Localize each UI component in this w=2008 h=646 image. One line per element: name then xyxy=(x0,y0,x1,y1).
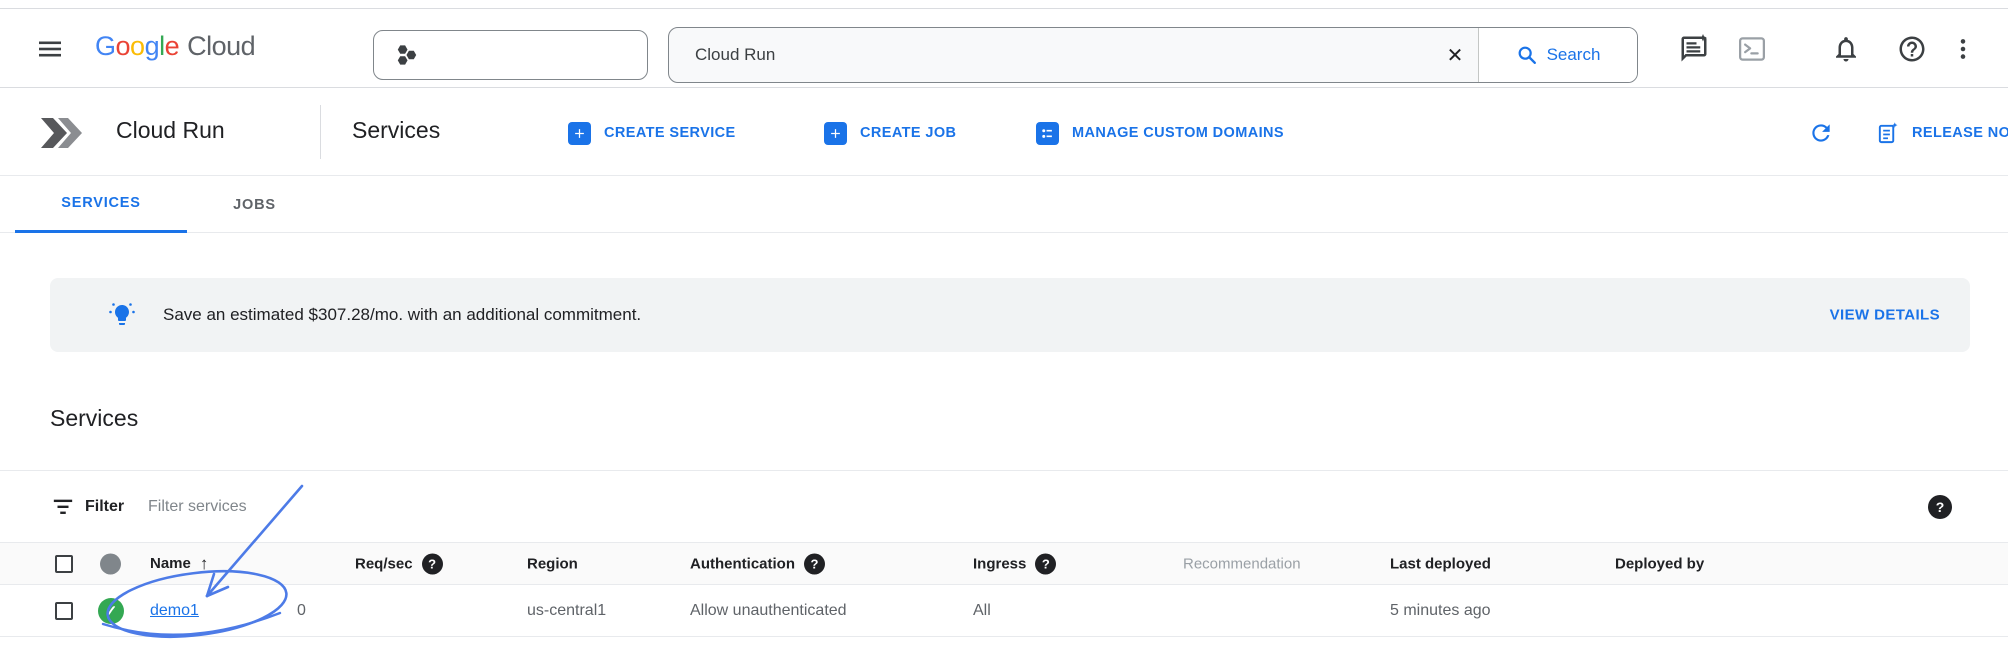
column-ingress-label: Ingress xyxy=(973,555,1026,572)
manage-custom-domains-button[interactable]: MANAGE CUSTOM DOMAINS xyxy=(1036,113,1284,153)
req-sec-help-icon[interactable]: ? xyxy=(422,553,443,574)
column-recommendation: Recommendation xyxy=(1183,555,1301,572)
project-picker-button[interactable] xyxy=(373,30,648,80)
sort-ascending-icon[interactable]: ↑ xyxy=(200,554,209,574)
last-deployed-value: 5 minutes ago xyxy=(1390,602,1491,620)
release-notes-button[interactable]: RELEASE NOTES xyxy=(1876,113,2008,153)
filter-icon xyxy=(52,497,74,517)
savings-banner: Save an estimated $307.28/mo. with an ad… xyxy=(50,278,1970,352)
logo-letter: G xyxy=(95,31,116,62)
ingress-value: All xyxy=(973,602,991,620)
create-service-label: CREATE SERVICE xyxy=(604,125,736,141)
row-checkbox[interactable] xyxy=(55,602,73,620)
chat-sparkle-icon xyxy=(1679,34,1709,64)
column-region-label: Region xyxy=(527,555,578,572)
search-button[interactable]: Search xyxy=(1479,28,1637,82)
logo-letter: g xyxy=(145,31,160,62)
filter-input[interactable] xyxy=(148,498,848,516)
refresh-icon[interactable] xyxy=(1805,117,1837,149)
notifications-icon[interactable] xyxy=(1830,33,1862,65)
table-header: Name ↑ Req/sec ? Region Authentication ?… xyxy=(0,542,2008,585)
filter-label: Filter xyxy=(85,498,124,516)
table-row[interactable]: ✓ demo1 0 us-central1 Allow unauthentica… xyxy=(0,585,2008,637)
google-cloud-logo[interactable]: G o o g l e Cloud xyxy=(95,31,255,62)
cloud-console-screen: G o o g l e Cloud ✕ xyxy=(0,0,2008,646)
tab-jobs[interactable]: JOBS xyxy=(187,176,322,233)
column-authentication[interactable]: Authentication ? xyxy=(690,553,825,574)
authentication-value: Allow unauthenticated xyxy=(690,602,847,620)
tab-services[interactable]: SERVICES xyxy=(15,176,187,233)
vertical-dots-icon xyxy=(1950,34,1976,64)
column-authentication-label: Authentication xyxy=(690,555,795,572)
logo-letter: o xyxy=(116,31,131,62)
create-job-label: CREATE JOB xyxy=(860,125,956,141)
cloud-shell-icon[interactable] xyxy=(1736,33,1768,65)
question-circle-icon xyxy=(1897,34,1927,64)
tab-services-label: SERVICES xyxy=(61,195,140,211)
column-region[interactable]: Region xyxy=(527,555,578,572)
view-details-button[interactable]: VIEW DETAILS xyxy=(1830,307,1940,324)
banner-message: Save an estimated $307.28/mo. with an ad… xyxy=(163,305,641,325)
tab-bar: SERVICES JOBS xyxy=(0,176,2008,233)
tab-jobs-label: JOBS xyxy=(233,197,276,213)
bell-icon xyxy=(1831,34,1861,64)
column-deployed-by[interactable]: Deployed by xyxy=(1615,555,1704,572)
region-value: us-central1 xyxy=(527,602,606,620)
hamburger-icon xyxy=(37,37,63,61)
authentication-help-icon[interactable]: ? xyxy=(804,553,825,574)
clear-search-icon[interactable]: ✕ xyxy=(1432,28,1478,82)
top-app-bar: G o o g l e Cloud ✕ xyxy=(0,8,2008,88)
column-last-deployed-label: Last deployed xyxy=(1390,555,1491,572)
search-button-label: Search xyxy=(1547,45,1601,65)
column-deployed-by-label: Deployed by xyxy=(1615,555,1704,572)
column-name[interactable]: Name ↑ xyxy=(150,554,208,574)
logo-letter: e xyxy=(165,31,180,62)
domains-icon xyxy=(1036,122,1059,145)
ingress-help-icon[interactable]: ? xyxy=(1035,553,1056,574)
cloud-run-logo xyxy=(38,109,88,162)
status-column-icon xyxy=(100,553,121,574)
logo-suffix: Cloud xyxy=(187,31,255,62)
create-service-button[interactable]: CREATE SERVICE xyxy=(568,113,736,153)
clear-glyph: ✕ xyxy=(1447,45,1464,67)
column-recommendation-label: Recommendation xyxy=(1183,555,1301,572)
manage-custom-domains-label: MANAGE CUSTOM DOMAINS xyxy=(1072,125,1284,141)
table-help-icon[interactable]: ? xyxy=(1928,495,1952,519)
section-title: Services xyxy=(50,405,138,432)
page-breadcrumb: Services xyxy=(352,117,440,144)
select-all-checkbox[interactable] xyxy=(55,555,73,573)
column-last-deployed[interactable]: Last deployed xyxy=(1390,555,1491,572)
search-icon xyxy=(1516,44,1538,66)
project-hexagons-icon xyxy=(394,42,420,68)
column-ingress[interactable]: Ingress ? xyxy=(973,553,1056,574)
more-options-icon[interactable] xyxy=(1950,33,1976,65)
create-job-button[interactable]: CREATE JOB xyxy=(824,113,956,153)
column-req-sec[interactable]: Req/sec ? xyxy=(355,553,443,574)
release-notes-label: RELEASE NOTES xyxy=(1912,125,2008,141)
status-ok-icon: ✓ xyxy=(98,598,124,624)
service-link-demo1[interactable]: demo1 xyxy=(150,602,199,620)
release-notes-icon xyxy=(1876,122,1899,145)
search-bar: ✕ Search xyxy=(668,27,1638,83)
req-sec-value: 0 xyxy=(297,602,306,620)
header-divider xyxy=(320,105,321,159)
column-name-label: Name xyxy=(150,555,191,572)
filter-bar: Filter ? xyxy=(0,470,2008,542)
page-title: Cloud Run xyxy=(116,117,225,144)
logo-letter: o xyxy=(130,31,145,62)
ai-chat-icon[interactable] xyxy=(1678,33,1710,65)
lightbulb-icon xyxy=(108,301,136,329)
page-header: Cloud Run Services CREATE SERVICE CREATE… xyxy=(0,89,2008,176)
column-req-sec-label: Req/sec xyxy=(355,555,413,572)
help-icon[interactable] xyxy=(1896,33,1928,65)
plus-icon xyxy=(568,122,591,145)
plus-icon xyxy=(824,122,847,145)
menu-icon[interactable] xyxy=(34,33,66,65)
search-input[interactable] xyxy=(669,28,1432,82)
terminal-icon xyxy=(1737,34,1767,64)
